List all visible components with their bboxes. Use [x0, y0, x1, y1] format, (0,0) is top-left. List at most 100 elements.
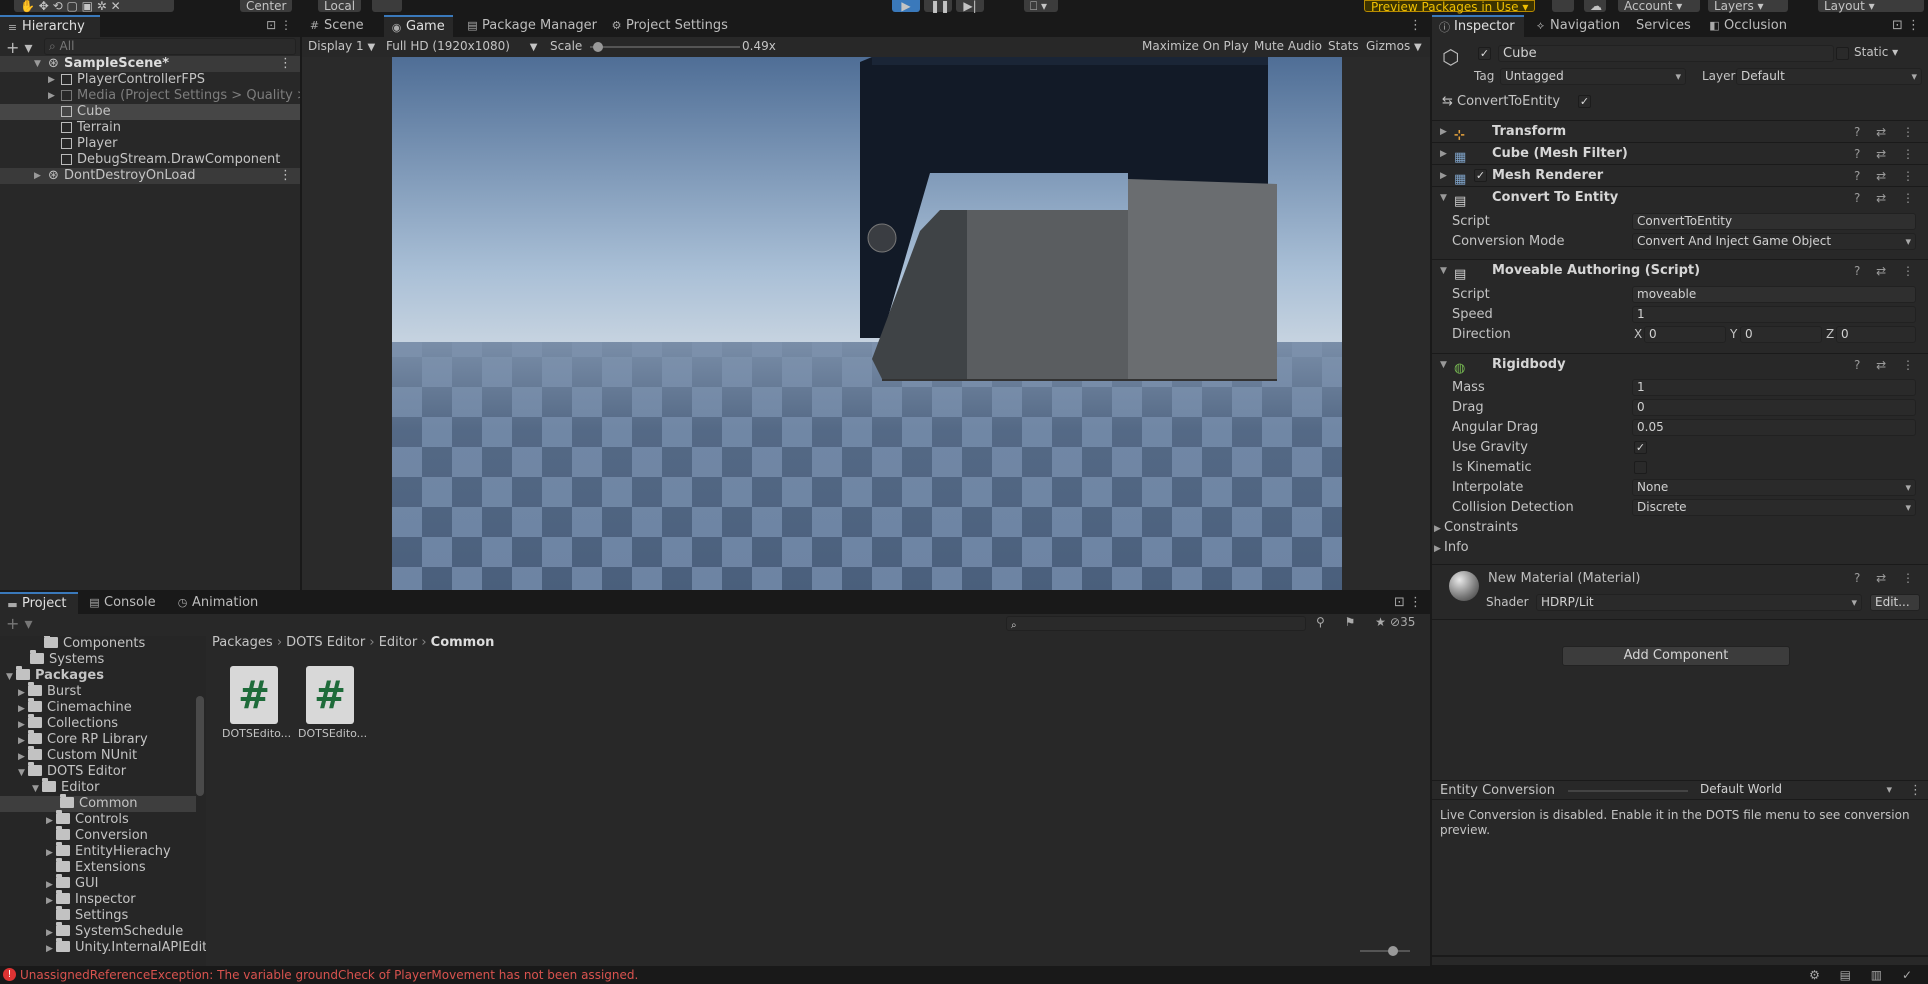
info-foldout[interactable]: ▶ Info — [1434, 540, 1469, 557]
angular-drag-field[interactable]: 0.05 — [1632, 419, 1916, 436]
play-button[interactable]: ▶ — [892, 0, 920, 12]
panel-menu-icon[interactable]: ⊡ ⋮ — [266, 18, 292, 32]
pause-button[interactable]: ❚❚ — [924, 0, 952, 12]
tree-item[interactable]: Systems — [30, 650, 104, 668]
component-actions[interactable]: ? ⇄ ⋮ — [1854, 571, 1920, 585]
snap-button[interactable] — [372, 0, 402, 12]
hierarchy-item[interactable]: DebugStream.DrawComponent — [0, 152, 300, 168]
use-gravity-checkbox[interactable]: ✓ — [1634, 441, 1647, 454]
mesh-renderer-checkbox[interactable]: ✓ — [1474, 169, 1487, 182]
panel-menu-icon[interactable]: ⊡ ⋮ — [1892, 18, 1920, 33]
create-asset-button[interactable]: + ▾ — [6, 614, 33, 633]
shader-dropdown[interactable]: HDRP/Lit — [1536, 594, 1862, 611]
tab-scene[interactable]: # Scene — [302, 15, 372, 37]
tree-item[interactable]: ▶ SystemSchedule — [46, 922, 183, 940]
stats-toggle[interactable]: Stats — [1328, 39, 1359, 53]
preview-packages-button[interactable]: Preview Packages in Use ▾ — [1364, 0, 1536, 13]
tree-item[interactable]: ▶ Custom NUnit — [18, 746, 137, 764]
component-moveable-authoring[interactable]: ▼ ▤ Moveable Authoring (Script) ? ⇄ ⋮ — [1432, 259, 1928, 282]
gizmos-dropdown[interactable]: Gizmos ▼ — [1366, 39, 1422, 53]
shader-edit-button[interactable]: Edit... — [1870, 594, 1920, 611]
project-search-input[interactable]: ⌕ — [1006, 616, 1306, 631]
hierarchy-item[interactable]: Terrain — [0, 120, 300, 136]
hierarchy-item[interactable]: ▶ Media (Project Settings > Quality > Hi… — [0, 88, 300, 104]
icon-size-thumb[interactable] — [1388, 946, 1398, 956]
tab-occlusion[interactable]: ◧ Occlusion — [1702, 15, 1795, 37]
pivot-center-button[interactable]: Center — [240, 0, 293, 12]
static-checkbox[interactable] — [1836, 47, 1849, 60]
layer-dropdown[interactable]: Default — [1736, 68, 1922, 85]
layout-dropdown[interactable]: Layout ▾ — [1818, 0, 1924, 12]
scale-slider-thumb[interactable] — [592, 42, 603, 52]
tree-item-selected[interactable]: Common — [0, 794, 196, 812]
scene-menu-icon[interactable]: ⋮ — [279, 56, 292, 72]
tree-item[interactable]: ▶ Core RP Library — [18, 730, 148, 748]
world-dropdown[interactable]: Default World — [1696, 782, 1896, 799]
tab-game[interactable]: ◉ Game — [384, 15, 453, 37]
tree-item[interactable]: ▼ Packages — [6, 666, 104, 684]
cloud-icon[interactable]: ☁ — [1584, 0, 1606, 12]
resolution-dropdown[interactable]: Full HD (1920x1080) ▼ — [386, 39, 538, 53]
is-kinematic-checkbox[interactable] — [1634, 461, 1647, 474]
status-error-message[interactable]: UnassignedReferenceException: The variab… — [20, 966, 638, 984]
panel-menu-icon[interactable]: ⊡ ⋮ — [1394, 595, 1422, 610]
component-actions[interactable]: ? ⇄ ⋮ — [1854, 143, 1920, 165]
breadcrumb-item[interactable]: Common — [431, 635, 495, 650]
hierarchy-item-selected[interactable]: Cube — [0, 104, 300, 120]
component-mesh-filter[interactable]: ▶ ▦ Cube (Mesh Filter) ? ⇄ ⋮ — [1432, 142, 1928, 165]
breadcrumb-item[interactable]: Editor — [379, 635, 417, 650]
interpolate-dropdown[interactable]: None — [1632, 479, 1916, 496]
scene-row[interactable]: ▼ ⊛ SampleScene* ⋮ — [0, 56, 300, 72]
tab-animation[interactable]: ◷ Animation — [170, 592, 266, 614]
tab-project-settings[interactable]: ⚙ Project Settings — [604, 15, 736, 37]
transform-tools[interactable]: ✋ ✥ ⟲ ▢ ▣ ✲ ✕ — [14, 0, 174, 12]
device-button[interactable]: ⎕ ▾ — [1024, 0, 1058, 12]
tab-inspector[interactable]: ⓘ Inspector — [1432, 15, 1524, 37]
active-checkbox[interactable]: ✓ — [1478, 47, 1491, 60]
hidden-packages-toggle[interactable]: ⊘35 — [1390, 615, 1415, 629]
hierarchy-search-input[interactable]: ⌕ All — [44, 38, 296, 55]
tree-item[interactable]: Components — [44, 636, 145, 652]
breadcrumb-item[interactable]: Packages — [212, 635, 273, 650]
component-actions[interactable]: ? ⇄ ⋮ — [1854, 165, 1920, 187]
tree-item[interactable]: ▶ Cinemachine — [18, 698, 132, 716]
mass-field[interactable]: 1 — [1632, 379, 1916, 396]
asset-item[interactable]: # DOTSEdito... — [222, 666, 291, 740]
direction-x-field[interactable]: 0 — [1644, 326, 1726, 343]
speed-field[interactable]: 1 — [1632, 306, 1916, 323]
tree-item[interactable]: Conversion — [56, 826, 148, 844]
asset-item[interactable]: # DOTSEdito... — [298, 666, 367, 740]
component-actions[interactable]: ? ⇄ ⋮ — [1854, 354, 1920, 376]
component-mesh-renderer[interactable]: ▶ ▦ ✓ Mesh Renderer ? ⇄ ⋮ — [1432, 164, 1928, 187]
tree-item[interactable]: Settings — [56, 906, 128, 924]
tree-item[interactable]: Extensions — [56, 858, 146, 876]
convert-to-entity-checkbox[interactable]: ✓ — [1578, 95, 1591, 108]
component-actions[interactable]: ? ⇄ ⋮ — [1854, 187, 1920, 209]
object-name-field[interactable]: Cube — [1498, 45, 1834, 62]
tab-services[interactable]: Services — [1628, 15, 1699, 37]
constraints-foldout[interactable]: ▶ Constraints — [1434, 520, 1518, 537]
status-icons[interactable]: ⚙ ▤ ▥ ✓ — [1809, 966, 1920, 984]
breadcrumb-item[interactable]: DOTS Editor — [286, 635, 365, 650]
dontdestroy-row[interactable]: ▶ ⊛ DontDestroyOnLoad ⋮ — [0, 168, 300, 184]
step-button[interactable]: ▶| — [956, 0, 984, 12]
status-bar[interactable]: ! UnassignedReferenceException: The vari… — [0, 966, 1928, 984]
tab-console[interactable]: ▤ Console — [82, 592, 164, 614]
tab-package-manager[interactable]: ▤ Package Manager — [460, 15, 605, 37]
game-viewport[interactable] — [392, 57, 1342, 590]
tree-item[interactable]: ▶ EntityHierachy — [46, 842, 171, 860]
display-dropdown[interactable]: Display 1 ▼ — [308, 39, 375, 53]
scale-slider[interactable] — [590, 42, 740, 52]
add-object-button[interactable]: + ▾ — [6, 38, 33, 57]
panel-menu-icon[interactable]: ⋮ — [1409, 18, 1422, 33]
tag-dropdown[interactable]: Untagged — [1500, 68, 1686, 85]
component-actions[interactable]: ? ⇄ ⋮ — [1854, 121, 1920, 143]
collab-icon[interactable] — [1552, 0, 1574, 12]
entity-conversion-menu-icon[interactable]: ⋮ — [1909, 783, 1922, 798]
component-rigidbody[interactable]: ▼ ◍ Rigidbody ? ⇄ ⋮ — [1432, 353, 1928, 376]
component-transform[interactable]: ▶ ⊹ Transform ? ⇄ ⋮ — [1432, 120, 1928, 143]
static-dropdown[interactable]: Static ▾ — [1854, 45, 1898, 59]
tab-navigation[interactable]: ⟡ Navigation — [1528, 15, 1628, 37]
component-convert-to-entity[interactable]: ▼ ▤ Convert To Entity ? ⇄ ⋮ — [1432, 186, 1928, 209]
collision-detection-dropdown[interactable]: Discrete — [1632, 499, 1916, 516]
